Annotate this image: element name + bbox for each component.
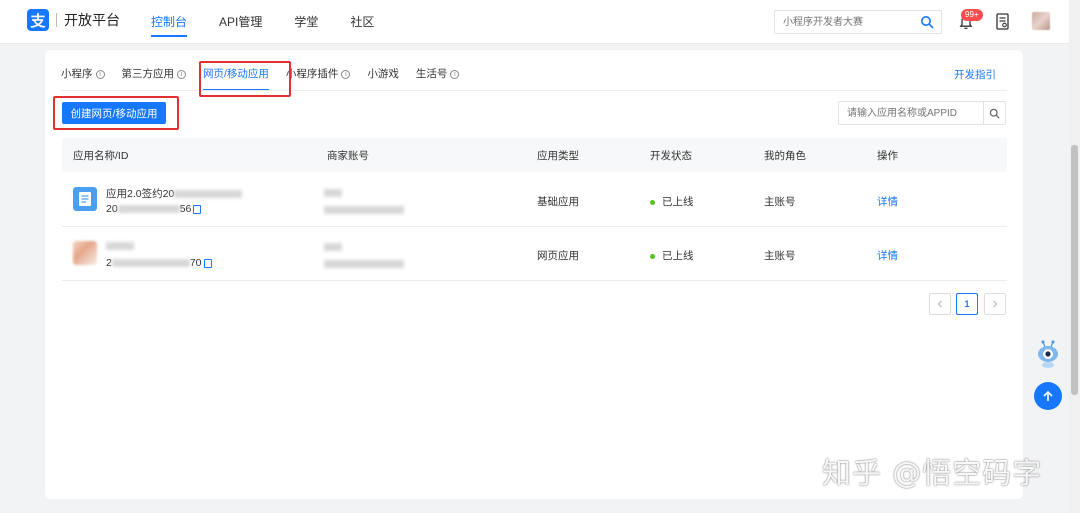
search-icon[interactable]	[920, 15, 934, 29]
app-id: 20 56	[106, 203, 202, 215]
nav-api-management[interactable]: API管理	[219, 0, 262, 44]
column-header: 我的角色	[764, 149, 806, 162]
redacted-text	[117, 205, 180, 214]
table-row: 2 70 网页应用 已上线 主账号 详情	[62, 227, 1007, 281]
app-icon	[73, 241, 97, 265]
document-icon[interactable]	[996, 13, 1009, 30]
notification-badge: 99+	[961, 9, 983, 21]
arrow-up-icon	[1043, 390, 1053, 401]
tab-label: 第三方应用	[121, 68, 175, 80]
dev-guide-link[interactable]: 开发指引	[954, 67, 996, 82]
tab-third-party-app[interactable]: 第三方应用 i	[121, 64, 186, 90]
app-name	[106, 240, 134, 252]
main-nav: 控制台 API管理 学堂 社区	[151, 0, 406, 44]
merchant-account-id	[324, 258, 404, 270]
tab-label: 小程序插件	[285, 68, 339, 80]
redacted-text	[324, 206, 404, 215]
status-dot-icon	[650, 199, 655, 205]
chevron-right-icon	[993, 300, 998, 308]
my-role: 主账号	[764, 250, 796, 262]
app-search-input[interactable]	[839, 102, 979, 124]
avatar[interactable]	[1032, 12, 1050, 30]
tab-label: 生活号	[415, 68, 448, 80]
search-icon	[989, 108, 1000, 118]
tab-mini-program-plugin[interactable]: 小程序插件 i	[286, 64, 351, 90]
table-row: 应用2.0签约20 20 56 基础应用 已上线 主账号 详情	[62, 173, 1007, 227]
app-name: 应用2.0签约20	[106, 186, 243, 201]
merchant-account	[324, 187, 342, 199]
merchant-account-id	[324, 204, 404, 216]
redacted-text	[111, 259, 190, 268]
info-icon[interactable]: i	[450, 70, 460, 79]
tab-label: 网页/移动应用	[203, 68, 269, 80]
assistant-robot-icon[interactable]	[1035, 339, 1061, 369]
app-type: 网页应用	[537, 250, 579, 262]
chevron-left-icon	[937, 300, 942, 308]
scrollbar-thumb[interactable]	[1071, 145, 1078, 395]
redacted-text	[106, 242, 134, 251]
status-dot-icon	[650, 253, 655, 259]
redacted-text	[174, 190, 243, 199]
redacted-text	[324, 260, 404, 269]
brand-logo[interactable]: 支 开放平台	[27, 9, 120, 31]
app-id: 2 70	[106, 257, 212, 269]
create-app-button[interactable]: 创建网页/移动应用	[62, 102, 166, 124]
column-header: 应用类型	[537, 149, 579, 162]
dev-status: 已上线	[650, 194, 694, 209]
watermark-text: 知乎 @悟空码字	[822, 456, 1043, 490]
column-header: 开发状态	[650, 149, 692, 162]
alipay-logo-icon: 支	[27, 9, 49, 31]
header-search-input[interactable]	[775, 11, 913, 33]
column-header: 操作	[877, 149, 898, 162]
nav-community[interactable]: 社区	[350, 0, 374, 44]
column-header: 应用名称/ID	[73, 149, 129, 162]
logo-divider	[56, 13, 57, 27]
merchant-account	[324, 241, 342, 253]
details-link[interactable]: 详情	[877, 194, 898, 209]
details-link[interactable]: 详情	[877, 248, 898, 263]
header-search	[774, 10, 942, 34]
info-icon[interactable]: i	[95, 70, 105, 79]
info-icon[interactable]: i	[177, 70, 186, 79]
tab-web-mobile-app[interactable]: 网页/移动应用	[203, 64, 269, 91]
app-search	[838, 101, 1006, 125]
dev-status: 已上线	[650, 248, 694, 263]
tab-life-account[interactable]: 生活号 i	[416, 64, 460, 90]
tab-label: 小程序	[61, 68, 93, 80]
brand-name: 开放平台	[64, 12, 120, 28]
top-bar: 支 开放平台 控制台 API管理 学堂 社区 99+	[0, 0, 1080, 44]
page-number-button[interactable]: 1	[956, 293, 978, 315]
tab-mini-program[interactable]: 小程序 i	[61, 64, 105, 90]
app-type-tabs: 小程序 i 第三方应用 i 网页/移动应用 小程序插件 i 小游戏 生活号 i	[61, 64, 476, 91]
nav-console[interactable]: 控制台	[151, 0, 188, 44]
app-file-icon	[73, 187, 97, 211]
copy-icon[interactable]	[203, 258, 212, 268]
app-type: 基础应用	[537, 196, 579, 208]
redacted-text	[324, 189, 342, 198]
tabs-divider	[61, 90, 1007, 91]
table-header: 应用名称/ID 商家账号 应用类型 开发状态 我的角色 操作	[62, 138, 1007, 172]
my-role: 主账号	[764, 196, 796, 208]
main-card: 小程序 i 第三方应用 i 网页/移动应用 小程序插件 i 小游戏 生活号 i 开发指引…	[45, 50, 1023, 499]
column-header: 商家账号	[327, 149, 369, 162]
next-page-button[interactable]	[984, 293, 1006, 315]
tab-label: 小游戏	[367, 68, 399, 80]
app-search-button[interactable]	[983, 102, 1005, 124]
redacted-text	[324, 243, 342, 252]
copy-icon[interactable]	[193, 204, 202, 214]
prev-page-button[interactable]	[929, 293, 951, 315]
nav-academy[interactable]: 学堂	[294, 0, 318, 44]
back-to-top-button[interactable]	[1034, 382, 1062, 410]
tab-mini-game[interactable]: 小游戏	[367, 64, 399, 90]
page-scrollbar[interactable]	[1069, 0, 1080, 513]
info-icon[interactable]: i	[341, 70, 351, 79]
